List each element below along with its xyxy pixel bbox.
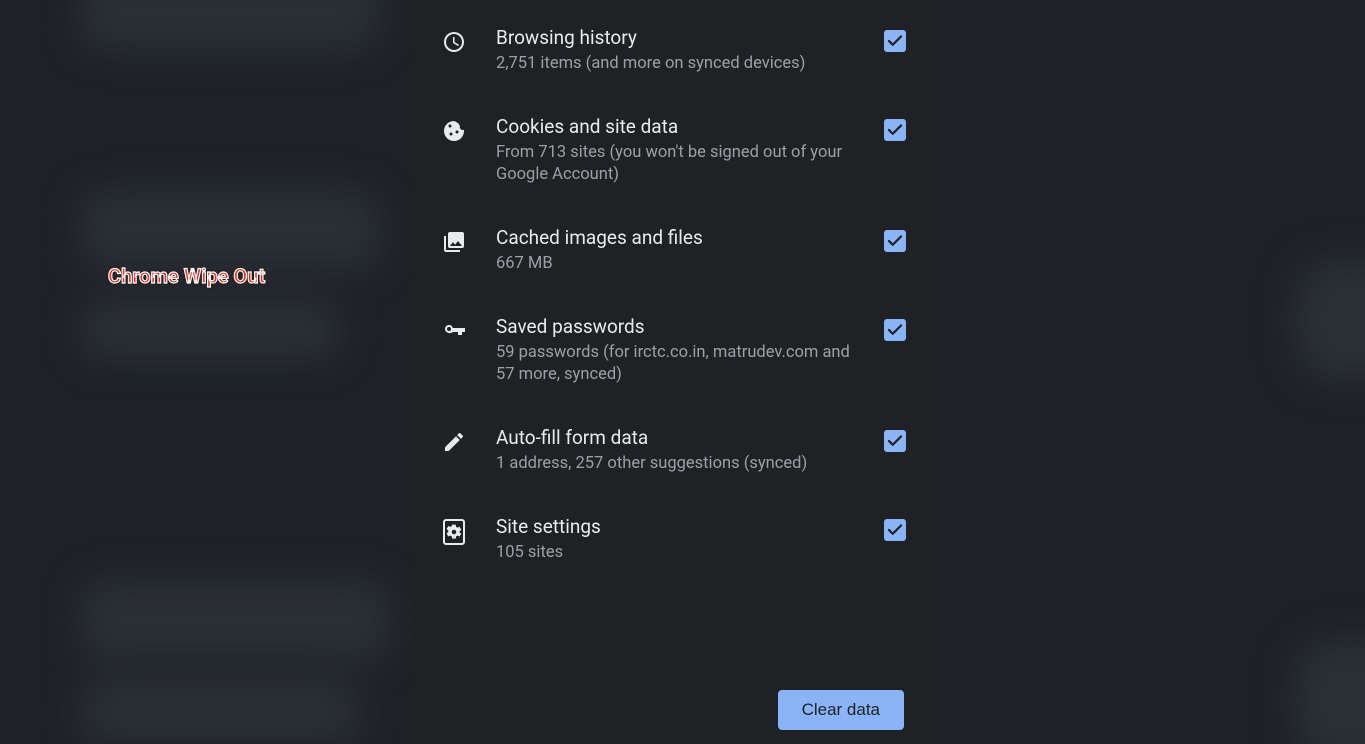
checkbox-browsing-history[interactable] xyxy=(884,30,906,52)
row-subtitle: 105 sites xyxy=(496,542,870,564)
row-subtitle: 1 address, 257 other suggestions (synced… xyxy=(496,453,870,475)
checkbox-site-settings[interactable] xyxy=(884,519,906,541)
row-title: Browsing history xyxy=(496,26,870,50)
key-icon xyxy=(430,315,478,343)
checkbox-cookies[interactable] xyxy=(884,119,906,141)
row-title: Site settings xyxy=(496,515,870,539)
row-autofill[interactable]: Auto-fill form data 1 address, 257 other… xyxy=(412,406,934,495)
row-saved-passwords[interactable]: Saved passwords 59 passwords (for irctc.… xyxy=(412,295,934,406)
right-backdrop xyxy=(934,0,1365,744)
clear-data-button[interactable]: Clear data xyxy=(778,690,904,730)
clear-data-panel: Browsing history 2,751 items (and more o… xyxy=(412,0,934,744)
overlay-caption: Chrome Wipe Out xyxy=(108,264,265,288)
row-subtitle: From 713 sites (you won't be signed out … xyxy=(496,142,870,186)
checkbox-cached[interactable] xyxy=(884,230,906,252)
pencil-icon xyxy=(430,426,478,454)
row-browsing-history[interactable]: Browsing history 2,751 items (and more o… xyxy=(412,6,934,95)
clear-data-list: Browsing history 2,751 items (and more o… xyxy=(412,6,934,682)
history-icon xyxy=(430,26,478,54)
row-site-settings[interactable]: Site settings 105 sites xyxy=(412,495,934,584)
row-title: Auto-fill form data xyxy=(496,426,870,450)
row-cached-images[interactable]: Cached images and files 667 MB xyxy=(412,206,934,295)
panel-footer: Clear data xyxy=(412,682,934,744)
row-subtitle: 59 passwords (for irctc.co.in, matrudev.… xyxy=(496,342,870,386)
cookie-icon xyxy=(430,115,478,143)
row-subtitle: 667 MB xyxy=(496,253,870,275)
row-subtitle: 2,751 items (and more on synced devices) xyxy=(496,53,870,75)
checkbox-autofill[interactable] xyxy=(884,430,906,452)
site-settings-icon xyxy=(430,515,478,545)
checkbox-passwords[interactable] xyxy=(884,319,906,341)
row-title: Cookies and site data xyxy=(496,115,870,139)
row-title: Saved passwords xyxy=(496,315,870,339)
image-icon xyxy=(430,226,478,254)
row-cookies[interactable]: Cookies and site data From 713 sites (yo… xyxy=(412,95,934,206)
row-title: Cached images and files xyxy=(496,226,870,250)
